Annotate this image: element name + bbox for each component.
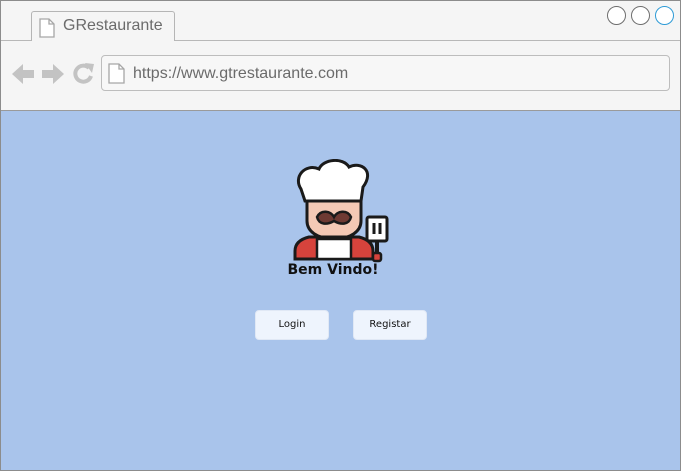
- maximize-control[interactable]: [631, 6, 650, 25]
- welcome-heading: Bem Vindo!: [287, 262, 379, 278]
- minimize-control[interactable]: [607, 6, 626, 25]
- refresh-icon[interactable]: [72, 63, 95, 90]
- browser-tab[interactable]: GRestaurante: [31, 11, 175, 41]
- page-icon: [39, 18, 55, 43]
- tab-title: GRestaurante: [63, 17, 163, 34]
- page-icon: [108, 63, 125, 89]
- page-content: Bem Vindo! Login Registar: [1, 111, 680, 470]
- back-arrow-icon[interactable]: [12, 63, 35, 90]
- login-button[interactable]: Login: [255, 310, 329, 340]
- browser-chrome: GRestaurante https://www.gtrestaurante.c…: [1, 1, 680, 111]
- forward-arrow-icon[interactable]: [41, 63, 64, 90]
- browser-window: GRestaurante https://www.gtrestaurante.c…: [0, 0, 681, 471]
- chef-icon: [291, 159, 391, 268]
- register-button[interactable]: Registar: [353, 310, 427, 340]
- url-text: https://www.gtrestaurante.com: [133, 65, 349, 82]
- close-control[interactable]: [655, 6, 674, 25]
- address-bar[interactable]: https://www.gtrestaurante.com: [101, 55, 670, 91]
